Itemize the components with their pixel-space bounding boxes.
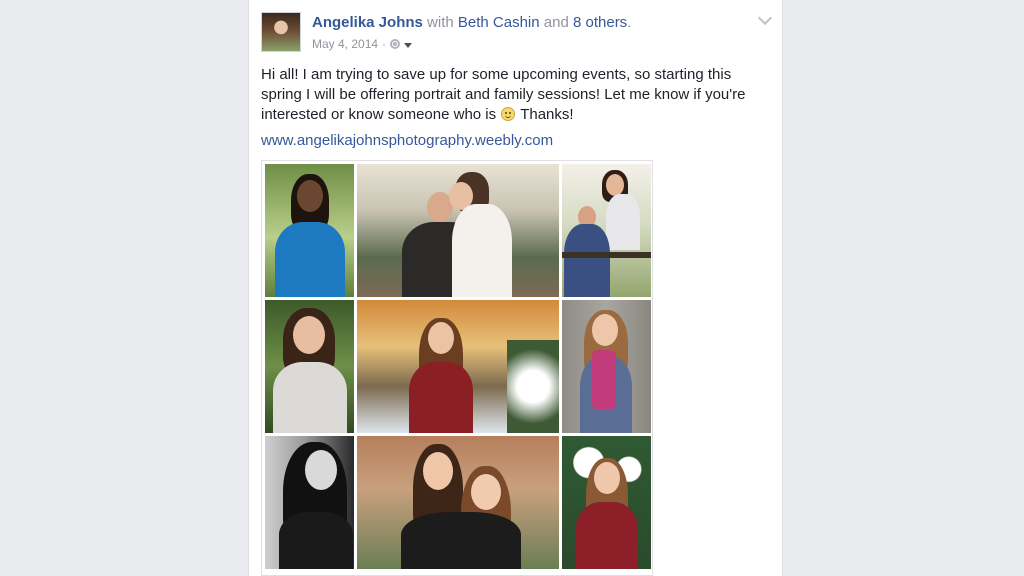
photo-two-friends[interactable] <box>357 436 559 569</box>
with-text: with <box>427 14 454 31</box>
header-period: . <box>627 14 632 31</box>
photo-girl-white-blouse[interactable] <box>265 300 354 433</box>
post-message: Hi all! I am trying to save up for some … <box>261 65 773 125</box>
website-link[interactable]: www.angelikajohnsphotography.weebly.com <box>261 132 553 149</box>
author-name-link[interactable]: Angelika Johns <box>312 14 423 31</box>
photo-girl-pink-scarf[interactable] <box>562 300 651 433</box>
post-header: Angelika Johns with Beth Cashin and 8 ot… <box>312 14 631 31</box>
photo-girl-snow[interactable] <box>562 436 651 569</box>
post-message-closing: Thanks! <box>520 106 574 123</box>
photo-girl-autumn[interactable] <box>357 300 559 433</box>
post-date-link[interactable]: May 4, 2014 <box>312 37 378 51</box>
news-feed-post: Angelika Johns with Beth Cashin and 8 ot… <box>248 0 783 576</box>
author-avatar[interactable] <box>261 12 301 52</box>
chevron-down-icon[interactable] <box>757 10 773 26</box>
photo-girl-blue-top[interactable] <box>265 164 354 297</box>
caret-down-icon[interactable] <box>404 42 413 48</box>
meta-separator: · <box>382 37 387 51</box>
others-link[interactable]: 8 others <box>573 14 627 31</box>
globe-icon <box>390 39 401 49</box>
and-text: and <box>543 14 569 31</box>
photo-couple-fence[interactable] <box>562 164 651 297</box>
photo-girl-black-white[interactable] <box>265 436 354 569</box>
tagged-friend-link[interactable]: Beth Cashin <box>458 14 540 31</box>
photo-collage <box>261 160 653 576</box>
post-meta: May 4, 2014 · <box>312 37 413 51</box>
photo-couple-kiss[interactable] <box>357 164 559 297</box>
smiley-emoji-icon <box>501 107 516 121</box>
